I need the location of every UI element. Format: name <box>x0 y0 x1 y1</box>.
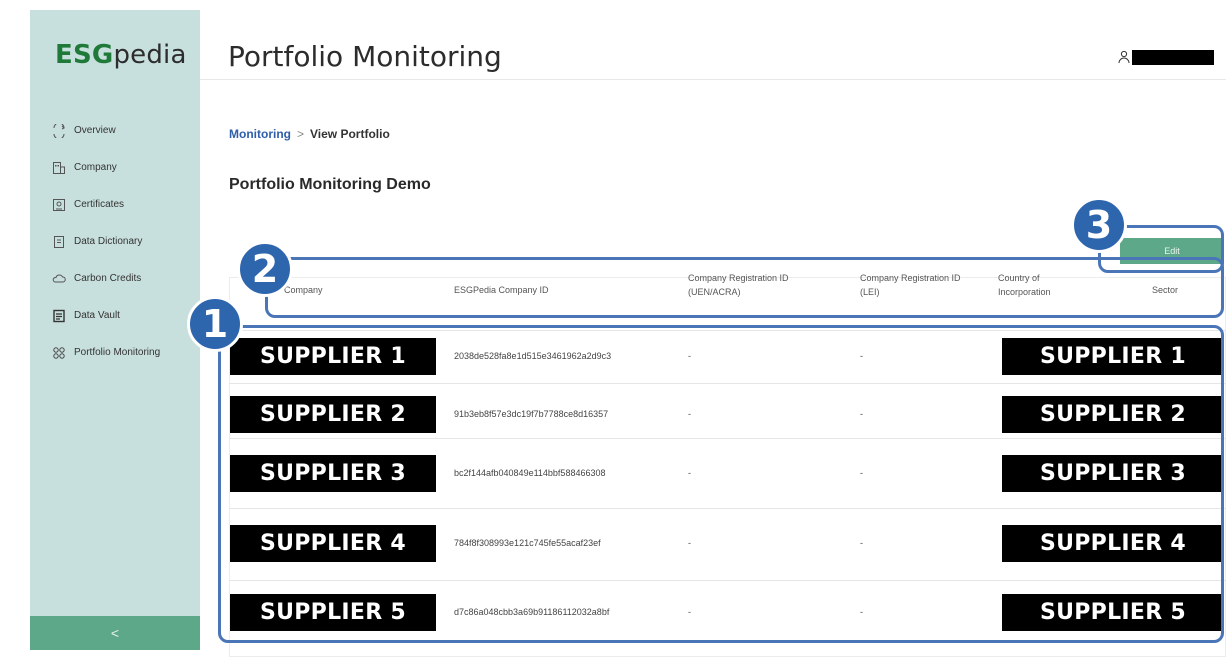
sidebar-item-label: Carbon Credits <box>74 273 142 284</box>
sidebar-item-certificates[interactable]: Certificates <box>52 186 200 223</box>
sidebar-item-data-dictionary[interactable]: Data Dictionary <box>52 223 200 260</box>
sidebar-item-label: Overview <box>74 125 116 136</box>
logo-light-text: pedia <box>113 40 187 70</box>
sidebar-item-label: Data Dictionary <box>74 236 143 247</box>
annotation-badge-3: 3 <box>1071 197 1127 253</box>
sidebar-item-overview[interactable]: Overview <box>52 112 200 149</box>
cloud-icon <box>52 274 66 282</box>
sidebar-item-label: Certificates <box>74 199 125 210</box>
sidebar-nav: Overview Company Certificates Data Dicti… <box>52 112 200 371</box>
certificate-icon <box>53 198 65 211</box>
logo-bold-text: ESG <box>55 40 114 70</box>
sidebar-item-label: Portfolio Monitoring <box>74 347 161 358</box>
top-header: Portfolio Monitoring <box>200 10 1226 80</box>
annotation-outline-2 <box>265 257 1224 318</box>
sidebar-item-label: Data Vault <box>74 310 120 321</box>
sidebar: ESGpedia Overview Company Certificates D… <box>30 10 200 650</box>
book-icon <box>54 235 64 248</box>
chevron-left-icon: < <box>110 625 120 641</box>
breadcrumb-monitoring-link[interactable]: Monitoring <box>229 127 291 141</box>
breadcrumb-current: View Portfolio <box>310 127 390 141</box>
annotation-badge-1: 1 <box>187 296 243 352</box>
page-title: Portfolio Monitoring <box>228 40 502 73</box>
portfolio-title: Portfolio Monitoring Demo <box>229 176 431 193</box>
sidebar-item-company[interactable]: Company <box>52 149 200 186</box>
sidebar-item-label: Company <box>74 162 117 173</box>
portfolio-icon <box>53 346 65 359</box>
sidebar-item-carbon-credits[interactable]: Carbon Credits <box>52 260 200 297</box>
breadcrumb: Monitoring > View Portfolio <box>229 127 390 141</box>
redacted-username[interactable] <box>1132 50 1214 65</box>
esgpedia-logo[interactable]: ESGpedia <box>55 40 187 70</box>
user-icon[interactable] <box>1118 50 1130 64</box>
overview-icon <box>53 123 65 138</box>
sidebar-item-data-vault[interactable]: Data Vault <box>52 297 200 334</box>
sidebar-collapse-button[interactable]: < <box>30 616 200 650</box>
company-icon <box>53 161 65 174</box>
vault-icon <box>53 309 65 322</box>
annotation-outline-1 <box>218 325 1224 643</box>
sidebar-item-portfolio-monitoring[interactable]: Portfolio Monitoring <box>52 334 200 371</box>
annotation-badge-2: 2 <box>237 241 293 297</box>
breadcrumb-separator: > <box>296 127 304 141</box>
